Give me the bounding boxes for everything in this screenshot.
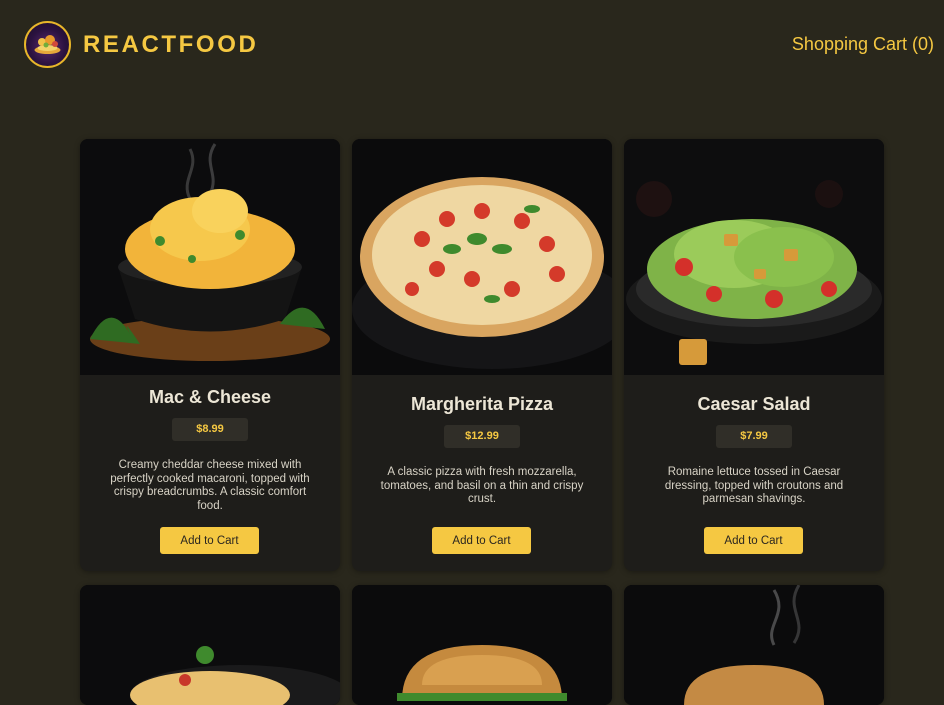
- add-to-cart-button[interactable]: Add to Cart: [432, 527, 531, 554]
- mac-and-cheese-image: [80, 139, 340, 375]
- burger-image: [352, 585, 612, 705]
- meal-name: Caesar Salad: [697, 394, 811, 414]
- logo-icon: [24, 21, 71, 68]
- meal-card: Caesar Salad $7.99 Romaine lettuce tosse…: [624, 139, 884, 571]
- meal-card: Margherita Pizza $12.99 A classic pizza …: [352, 139, 612, 571]
- shopping-cart-button[interactable]: Shopping Cart (0): [792, 34, 934, 55]
- meal-description: Creamy cheddar cheese mixed with perfect…: [110, 459, 310, 512]
- meal-name: Mac & Cheese: [148, 387, 272, 407]
- meal-name: Margherita Pizza: [410, 394, 554, 414]
- meal-card: Mac & Cheese $8.99 Creamy cheddar cheese…: [80, 139, 340, 571]
- add-to-cart-button[interactable]: Add to Cart: [160, 527, 259, 554]
- meal-price: $12.99: [444, 425, 520, 448]
- salad-image: [624, 139, 884, 375]
- meal-description: A classic pizza with fresh mozzarella, t…: [380, 466, 584, 506]
- meal-card: [352, 585, 612, 705]
- pizza-image: [352, 139, 612, 375]
- add-to-cart-button[interactable]: Add to Cart: [704, 527, 803, 554]
- app-header: REACTFOOD Shopping Cart (0): [0, 0, 944, 90]
- sandwich-image: [624, 585, 884, 705]
- meals-grid: Mac & Cheese $8.99 Creamy cheddar cheese…: [80, 139, 884, 705]
- meal-description: Romaine lettuce tossed in Caesar dressin…: [664, 466, 844, 506]
- spaghetti-image: [80, 585, 340, 705]
- meal-price: $8.99: [172, 418, 248, 441]
- meal-card: [624, 585, 884, 705]
- meal-card: [80, 585, 340, 705]
- brand-title: REACTFOOD: [83, 31, 259, 58]
- meal-price: $7.99: [716, 425, 792, 448]
